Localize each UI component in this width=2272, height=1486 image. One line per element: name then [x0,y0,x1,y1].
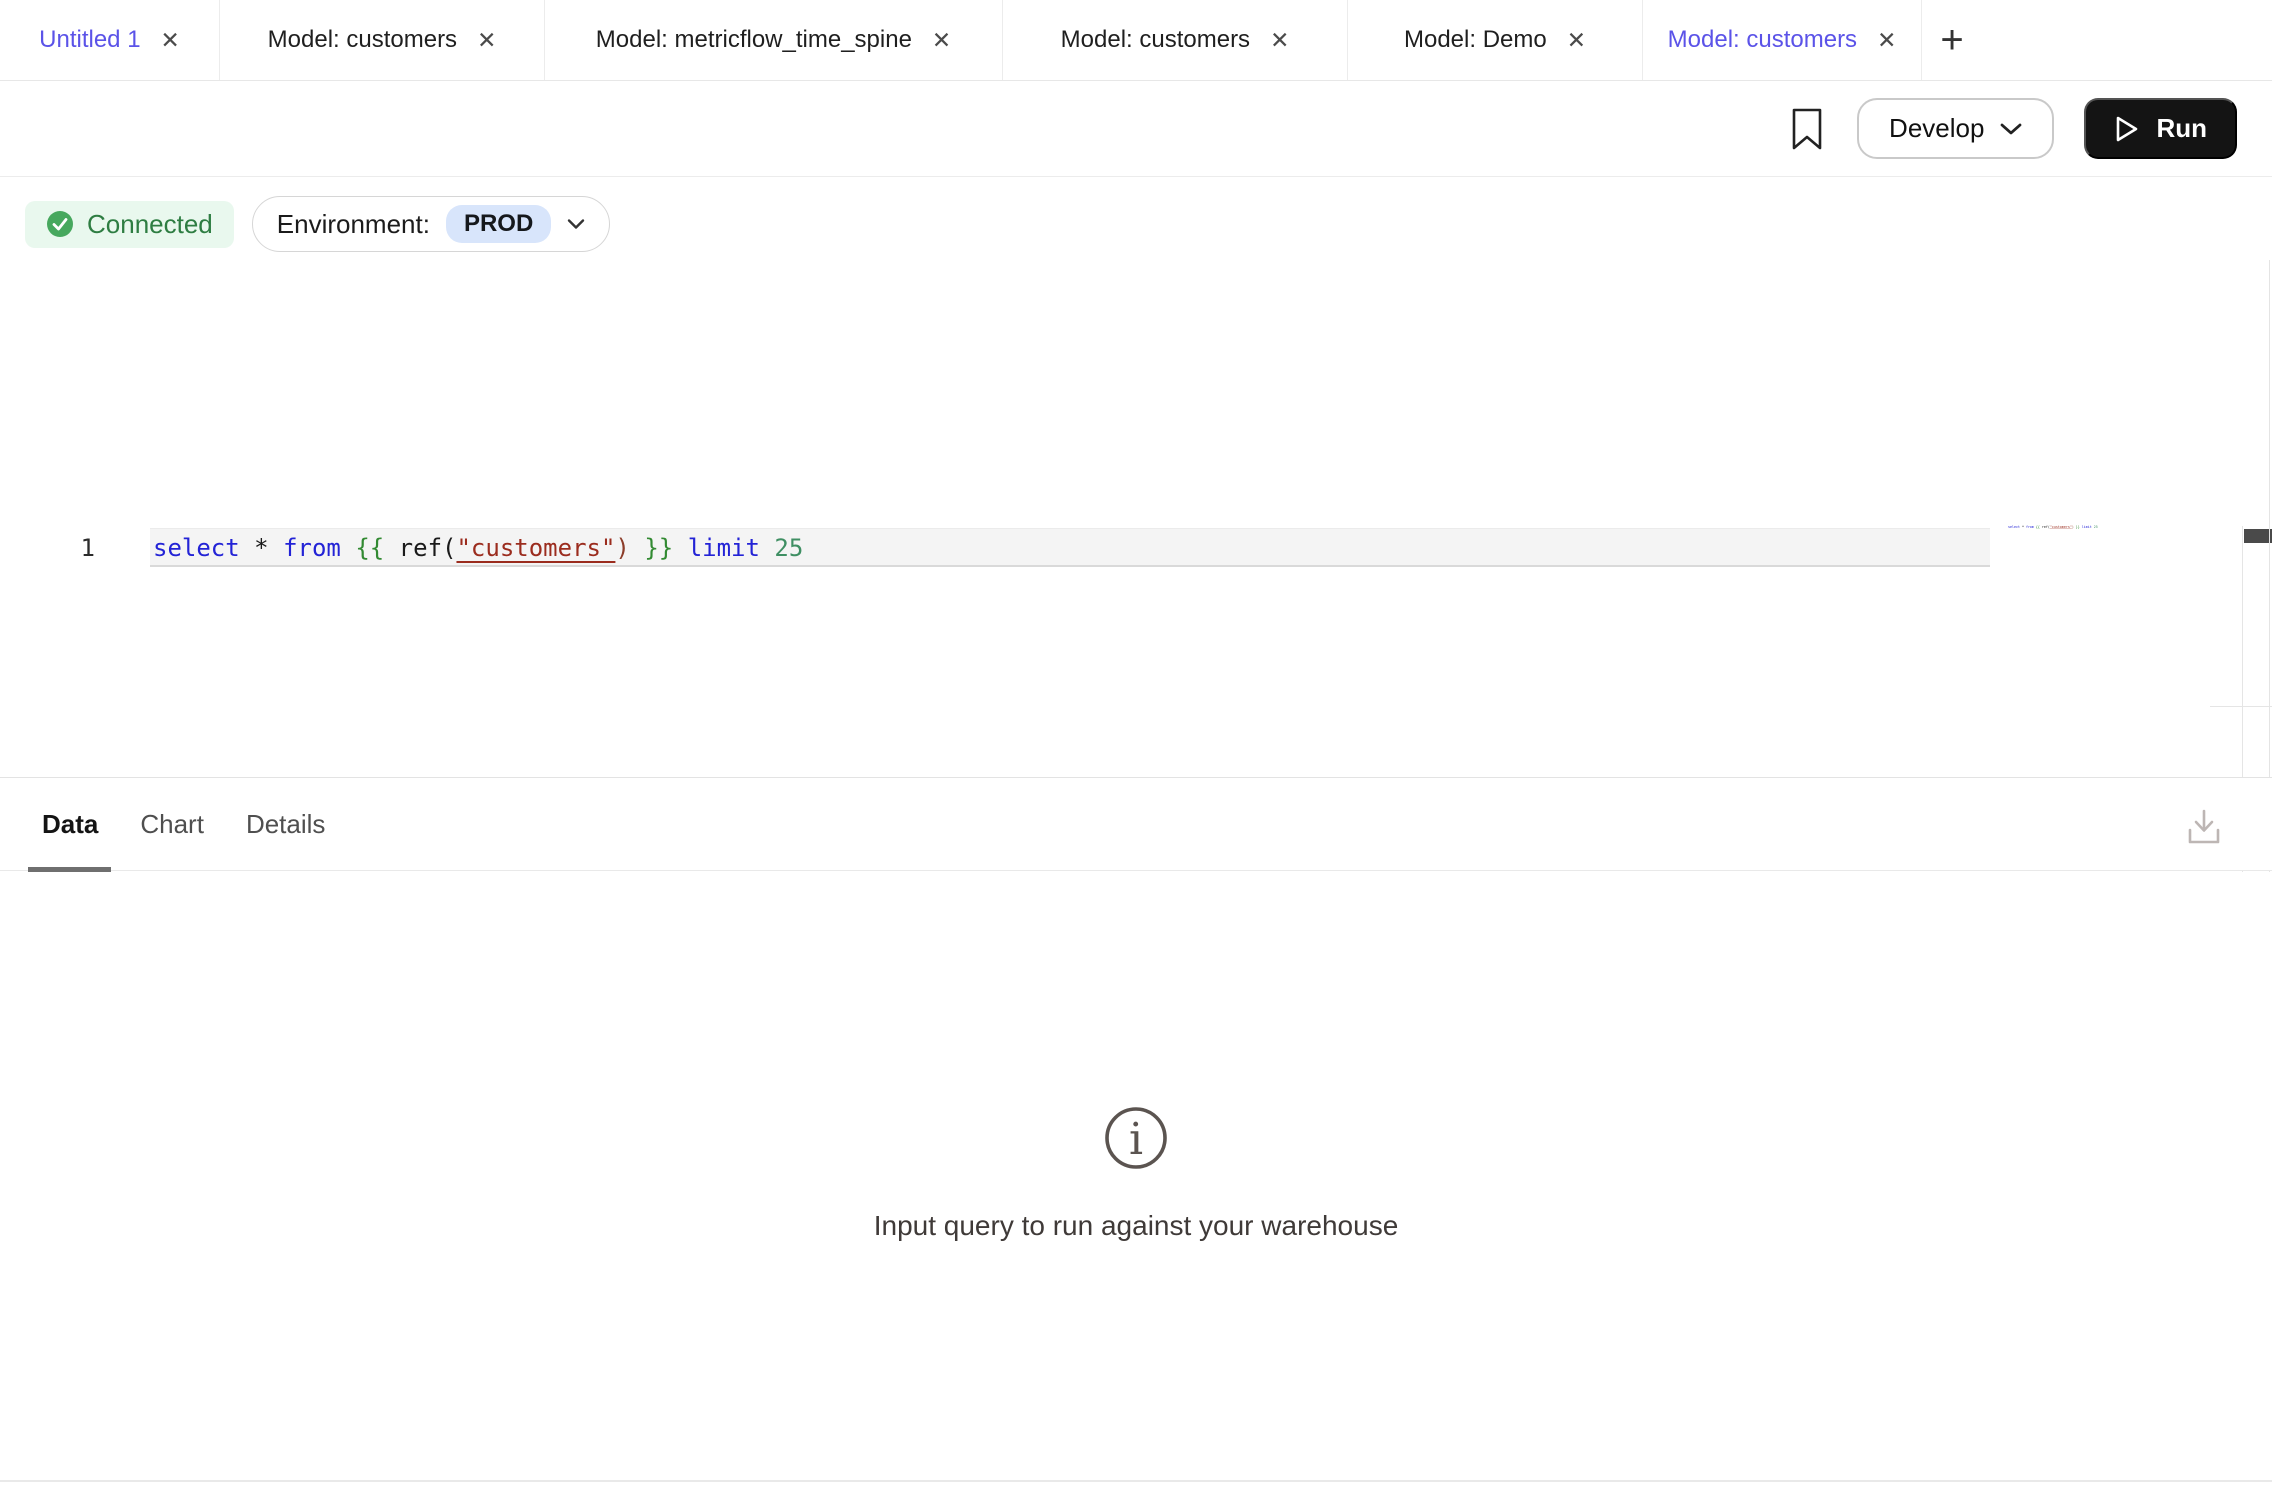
download-icon [2180,803,2228,851]
tab-label: Untitled 1 [39,26,140,54]
results-empty-state: i Input query to run against your wareho… [0,872,2272,1480]
info-icon: i [1100,1102,1172,1174]
play-icon [2114,115,2140,143]
tab-label: Model: customers [1668,26,1857,54]
tab-model-customers-3[interactable]: Model: customers ✕ [1643,0,1922,80]
ide-screen: Untitled 1 ✕ Model: customers ✕ Model: m… [0,0,2272,1486]
close-icon[interactable]: ✕ [1567,29,1586,52]
bookmark-button[interactable] [1787,105,1827,153]
editor-tab-bar: Untitled 1 ✕ Model: customers ✕ Model: m… [0,0,2272,81]
chevron-down-icon [567,218,585,230]
close-icon[interactable]: ✕ [932,29,951,52]
close-icon[interactable]: ✕ [161,29,180,52]
scrollbar-corner-border [2210,706,2272,707]
scrollbar-thumb[interactable] [2244,529,2272,543]
environment-selector[interactable]: Environment: PROD [252,196,611,252]
tab-data[interactable]: Data [42,809,98,840]
connected-label: Connected [87,209,213,240]
check-circle-icon [46,210,74,238]
close-icon[interactable]: ✕ [1270,29,1289,52]
minimap[interactable]: select * from {{ ref("customers") }} lim… [2008,525,2108,537]
results-tab-bar: Data Chart Details [0,777,2272,871]
code-line[interactable]: select * from {{ ref("customers") }} lim… [153,529,803,567]
line-number: 1 [50,529,95,567]
tab-label: Model: customers [1061,26,1250,54]
svg-text:i: i [1129,1114,1143,1165]
environment-label: Environment: [277,209,430,240]
tab-untitled-1[interactable]: Untitled 1 ✕ [0,0,220,80]
close-icon[interactable]: ✕ [477,29,496,52]
develop-label: Develop [1889,113,1984,144]
tab-model-demo[interactable]: Model: Demo ✕ [1348,0,1643,80]
tab-label: Model: Demo [1404,26,1547,54]
tab-label: Model: metricflow_time_spine [596,26,912,54]
tab-details[interactable]: Details [246,809,325,840]
run-button[interactable]: Run [2084,98,2237,159]
tab-model-customers-1[interactable]: Model: customers ✕ [220,0,545,80]
run-label: Run [2156,113,2207,144]
status-row: Connected Environment: PROD [25,177,610,271]
environment-value-badge: PROD [446,205,551,243]
tab-label: Model: customers [268,26,457,54]
download-results-button[interactable] [2180,803,2228,851]
sql-editor[interactable]: 1 select * from {{ ref("customers") }} l… [0,258,2272,777]
plus-icon: + [1940,18,1963,63]
develop-dropdown-button[interactable]: Develop [1857,98,2054,159]
editor-toolbar: Develop Run [0,81,2272,177]
bottom-divider [0,1480,2272,1482]
close-icon[interactable]: ✕ [1877,29,1896,52]
new-tab-button[interactable]: + [1922,0,1982,80]
bookmark-icon [1791,108,1823,150]
chevron-down-icon [2000,122,2022,136]
empty-state-message: Input query to run against your warehous… [874,1210,1399,1242]
connection-status-badge: Connected [25,201,234,248]
minimap-code-line: select * from {{ ref("customers") }} lim… [2008,525,2022,529]
tab-model-customers-2[interactable]: Model: customers ✕ [1003,0,1348,80]
tab-chart[interactable]: Chart [140,809,204,840]
tab-model-metricflow-time-spine[interactable]: Model: metricflow_time_spine ✕ [545,0,1003,80]
